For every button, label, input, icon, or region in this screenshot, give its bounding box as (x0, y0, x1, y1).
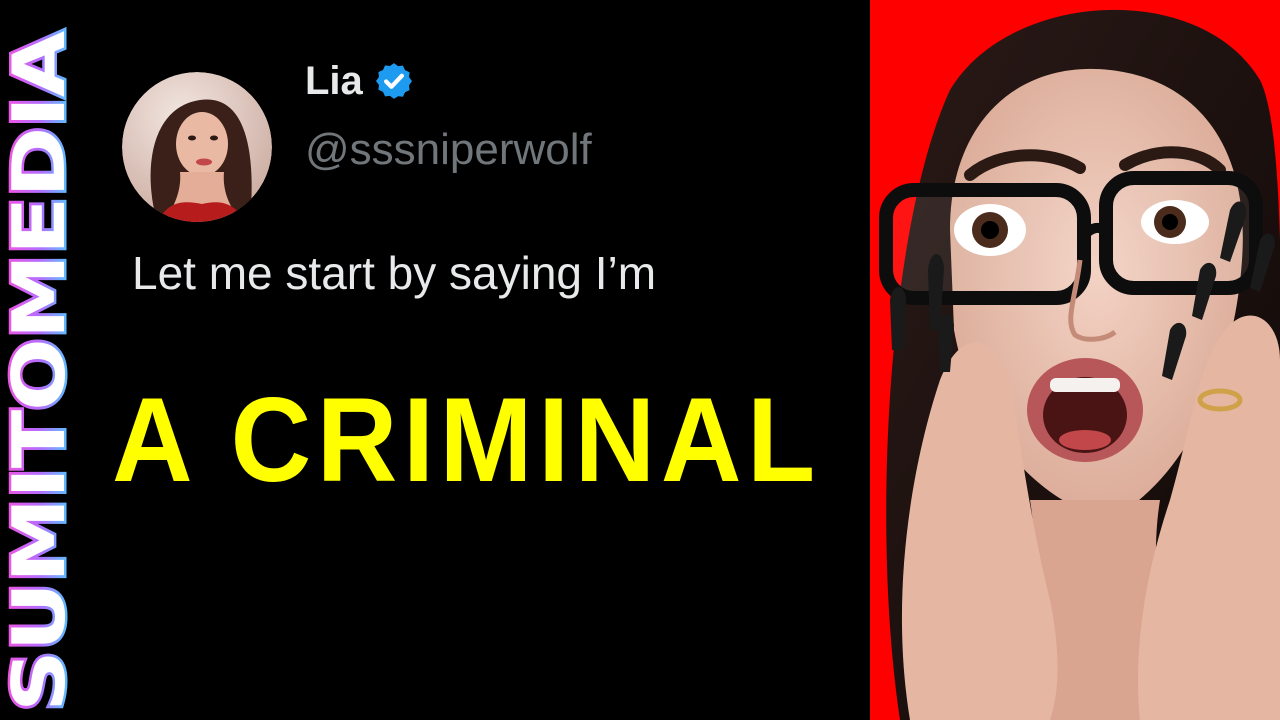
tweet-text: Let me start by saying I’m (132, 247, 657, 299)
svg-text:SUMITOMEDIA: SUMITOMEDIA (0, 30, 80, 712)
verified-badge-icon (375, 63, 412, 99)
headline-text: A CRIMINAL (112, 373, 821, 507)
user-handle[interactable]: @sssniperwolf (305, 128, 592, 172)
avatar[interactable] (122, 72, 272, 222)
display-name-row: Lia (305, 60, 415, 102)
display-name[interactable]: Lia (305, 61, 363, 101)
brand-part-1: SUMITO (0, 339, 80, 712)
thumbnail: SUMITOMEDIA Lia @sssniperwolf Let me sta… (0, 0, 1280, 720)
tweet-card: Lia @sssniperwolf Let me start by saying… (122, 42, 842, 342)
reaction-photo (870, 0, 1280, 720)
brand-part-2: MEDIA (0, 30, 80, 339)
brand-watermark: SUMITOMEDIA (0, 0, 80, 720)
